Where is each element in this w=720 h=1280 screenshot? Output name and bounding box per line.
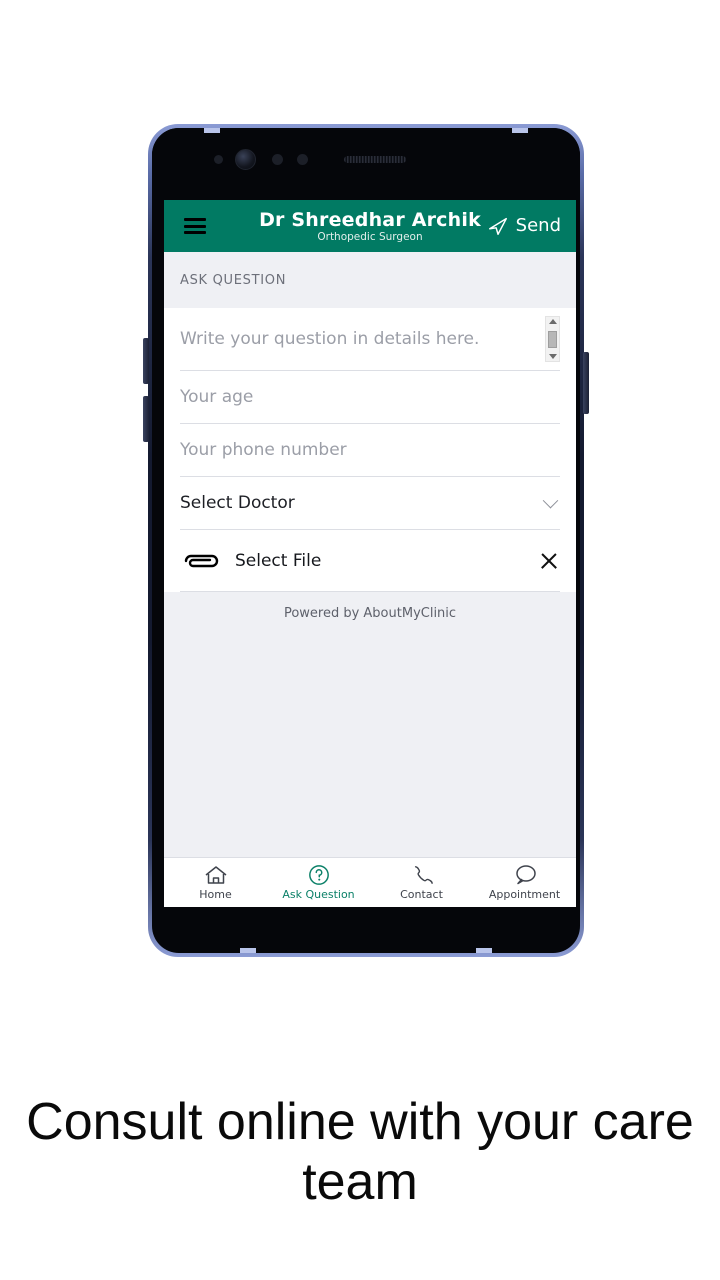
age-input-placeholder: Your age bbox=[180, 387, 254, 407]
frame-accent-mark bbox=[204, 128, 220, 133]
scrollbar-thumb[interactable] bbox=[548, 330, 557, 348]
age-input[interactable]: Your age bbox=[180, 371, 560, 423]
nav-label-contact: Contact bbox=[400, 888, 443, 901]
ir-sensor-icon bbox=[297, 153, 308, 165]
paperclip-icon bbox=[184, 554, 219, 567]
powered-by-note: Powered by AboutMyClinic bbox=[164, 592, 576, 634]
phone-screen-bezel: Dr Shreedhar Archik Orthopedic Surgeon S… bbox=[152, 128, 580, 953]
frame-accent-mark bbox=[240, 948, 256, 953]
scroll-down-icon[interactable] bbox=[548, 354, 557, 359]
frame-accent-mark bbox=[476, 948, 492, 953]
speech-bubble-icon bbox=[512, 864, 538, 886]
screen-empty-area bbox=[164, 634, 576, 857]
hamburger-menu-icon[interactable] bbox=[184, 218, 206, 234]
nav-item-ask-question[interactable]: Ask Question bbox=[267, 858, 370, 907]
bottom-navigation-bar: Home Ask Question Contact Appointment bbox=[164, 857, 576, 907]
volume-up-button[interactable] bbox=[143, 338, 149, 384]
phone-field-wrapper: Your phone number bbox=[180, 424, 560, 477]
power-button[interactable] bbox=[583, 352, 589, 414]
send-button-label: Send bbox=[515, 215, 561, 236]
frame-accent-mark bbox=[512, 128, 528, 133]
nav-item-contact[interactable]: Contact bbox=[370, 858, 473, 907]
doctor-select[interactable]: Select Doctor bbox=[180, 477, 560, 529]
age-field-wrapper: Your age bbox=[180, 371, 560, 424]
light-sensor-icon bbox=[272, 153, 283, 165]
chevron-down-icon bbox=[542, 492, 559, 508]
nav-label-appointment: Appointment bbox=[488, 888, 561, 901]
app-header-bar: Dr Shreedhar Archik Orthopedic Surgeon S… bbox=[164, 200, 576, 252]
section-header: ASK QUESTION bbox=[164, 252, 576, 308]
select-file-row[interactable]: Select File bbox=[180, 530, 560, 592]
nav-item-appointment[interactable]: Appointment bbox=[473, 858, 576, 907]
question-field-wrapper: Write your question in details here. bbox=[180, 308, 560, 371]
promo-caption: Consult online with your care team bbox=[26, 1093, 694, 1211]
nav-label-home: Home bbox=[199, 888, 232, 901]
paper-plane-icon bbox=[488, 217, 507, 235]
select-file-label: Select File bbox=[235, 550, 322, 571]
nav-label-ask-question: Ask Question bbox=[282, 888, 355, 901]
phone-icon bbox=[410, 864, 434, 886]
question-circle-icon bbox=[307, 864, 331, 886]
phone-input[interactable]: Your phone number bbox=[180, 424, 560, 476]
volume-down-button[interactable] bbox=[143, 396, 149, 442]
nav-item-home[interactable]: Home bbox=[164, 858, 267, 907]
phone-input-placeholder: Your phone number bbox=[180, 440, 347, 460]
earpiece-speaker-icon bbox=[344, 155, 406, 163]
question-input[interactable]: Write your question in details here. bbox=[180, 308, 560, 370]
doctor-select-value: Select Doctor bbox=[180, 493, 295, 513]
app-screen: Dr Shreedhar Archik Orthopedic Surgeon S… bbox=[164, 200, 576, 907]
phone-top-bezel bbox=[152, 128, 580, 190]
home-icon bbox=[203, 864, 229, 886]
page-root: Dr Shreedhar Archik Orthopedic Surgeon S… bbox=[0, 0, 720, 1280]
question-input-placeholder: Write your question in details here. bbox=[180, 329, 480, 349]
ask-question-form: Write your question in details here. You… bbox=[164, 308, 576, 592]
close-x-icon[interactable] bbox=[538, 550, 560, 572]
question-input-scrollbar[interactable] bbox=[545, 316, 560, 362]
front-camera-icon bbox=[235, 148, 256, 170]
proximity-sensor-icon bbox=[214, 154, 223, 164]
send-button[interactable]: Send bbox=[487, 215, 561, 237]
page-title: Dr Shreedhar Archik bbox=[259, 208, 481, 231]
page-subtitle: Orthopedic Surgeon bbox=[317, 230, 423, 243]
doctor-select-wrapper: Select Doctor bbox=[180, 477, 560, 530]
scroll-up-icon[interactable] bbox=[548, 319, 557, 324]
phone-device-frame: Dr Shreedhar Archik Orthopedic Surgeon S… bbox=[143, 124, 589, 957]
